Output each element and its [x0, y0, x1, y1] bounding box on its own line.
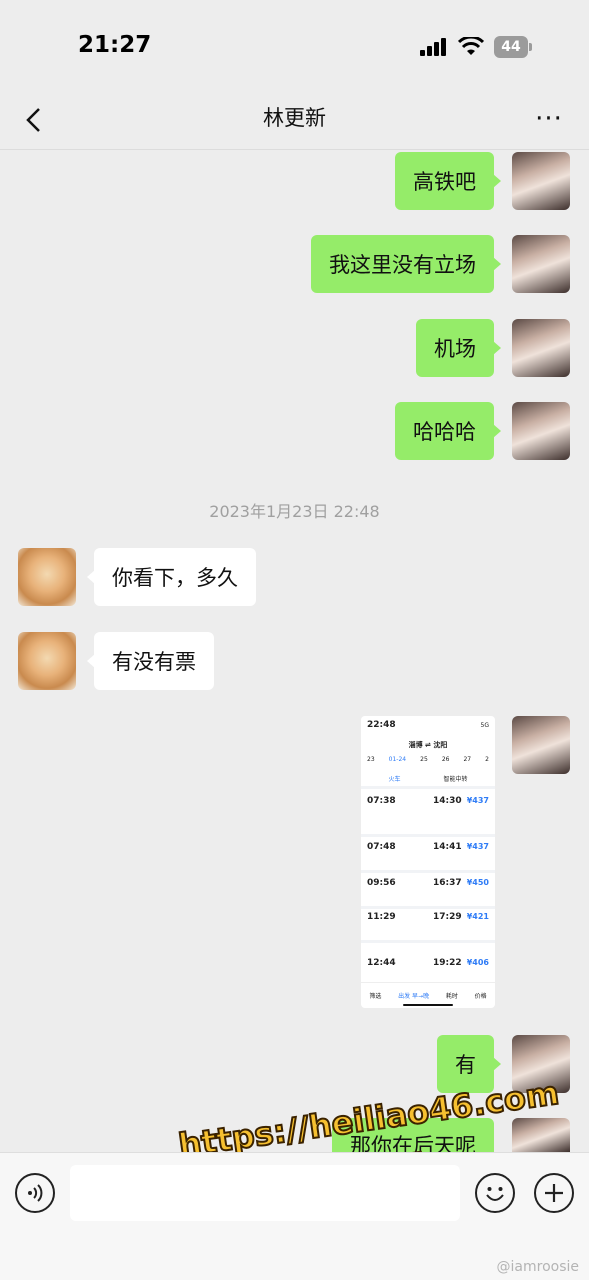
- shot-divider: [361, 906, 495, 909]
- message-bubble-self[interactable]: 哈哈哈: [395, 402, 501, 460]
- signal-icon: [420, 38, 446, 56]
- voice-button[interactable]: [15, 1173, 55, 1213]
- avatar-self[interactable]: [512, 716, 570, 774]
- shot-divider: [361, 834, 495, 837]
- shot-signal: 5G: [480, 722, 489, 729]
- message-bubble-self[interactable]: 高铁吧: [395, 152, 501, 210]
- chat-title: 林更新: [263, 106, 326, 130]
- shot-route: 淄博 ⇌ 沈阳: [408, 741, 448, 749]
- shot-divider: [361, 786, 495, 789]
- shot-divider: [361, 870, 495, 873]
- shot-train-price: ¥406: [466, 958, 489, 967]
- shot-train-price: ¥421: [466, 912, 489, 921]
- message-bubble-self[interactable]: 机场: [416, 319, 501, 377]
- shot-from: 淄博: [408, 741, 423, 749]
- shot-tab-transfer: 智能中转: [443, 776, 468, 783]
- status-time: 21:27: [78, 32, 152, 58]
- shot-tab-train: 火车: [388, 776, 401, 783]
- plus-icon: [545, 1184, 563, 1202]
- shot-date: 01-24: [388, 756, 407, 763]
- weibo-watermark: @iamroosie: [496, 1259, 579, 1275]
- shot-divider: [361, 940, 495, 943]
- status-icons: 44: [420, 36, 532, 58]
- shot-tab: 筛选: [369, 993, 382, 1000]
- shot-dates: 23 01-24 25 26 27 2: [367, 756, 489, 763]
- shot-date: 23: [367, 756, 375, 763]
- shot-train-price: ¥450: [466, 878, 489, 887]
- input-bar: @iamroosie: [0, 1152, 589, 1280]
- shot-train-price: ¥437: [466, 796, 489, 805]
- avatar-self[interactable]: [512, 152, 570, 210]
- message-input[interactable]: [70, 1165, 460, 1221]
- battery-icon: 44: [494, 36, 532, 58]
- shot-date: 25: [420, 756, 428, 763]
- avatar-self[interactable]: [512, 319, 570, 377]
- avatar-self[interactable]: [512, 235, 570, 293]
- shot-tab: 价格: [474, 993, 487, 1000]
- chat-timestamp: 2023年1月23日 22:48: [209, 502, 380, 521]
- more-button[interactable]: ···: [531, 104, 567, 134]
- image-message-train-screenshot[interactable]: 22:48 5G 淄博 ⇌ 沈阳 23 01-24 25 26 27 2 火车 …: [361, 716, 495, 1008]
- shot-to: 沈阳: [433, 741, 448, 749]
- plus-button[interactable]: [534, 1173, 574, 1213]
- shot-tab: 出发 早→晚: [398, 993, 430, 1000]
- wifi-icon: [458, 37, 484, 55]
- avatar-other[interactable]: [18, 632, 76, 690]
- status-bar: 21:27 44: [0, 0, 589, 92]
- nav-bar: 林更新 ···: [0, 92, 589, 150]
- shot-home-indicator: [403, 1004, 453, 1006]
- shot-tab: 耗时: [445, 993, 458, 1000]
- emoji-icon: [486, 1187, 504, 1201]
- message-bubble-other[interactable]: 有没有票: [87, 632, 214, 690]
- avatar-other[interactable]: [18, 548, 76, 606]
- voice-icon: [28, 1184, 43, 1202]
- message-bubble-other[interactable]: 你看下，多久: [87, 548, 256, 606]
- message-bubble-self[interactable]: 我这里没有立场: [311, 235, 501, 293]
- shot-date: 26: [441, 756, 450, 763]
- shot-date: 2: [485, 756, 489, 763]
- shot-tabs: 火车 智能中转: [367, 774, 489, 783]
- avatar-self[interactable]: [512, 402, 570, 460]
- shot-date: 27: [463, 756, 472, 763]
- shot-train-price: ¥437: [466, 842, 489, 851]
- emoji-button[interactable]: [475, 1173, 515, 1213]
